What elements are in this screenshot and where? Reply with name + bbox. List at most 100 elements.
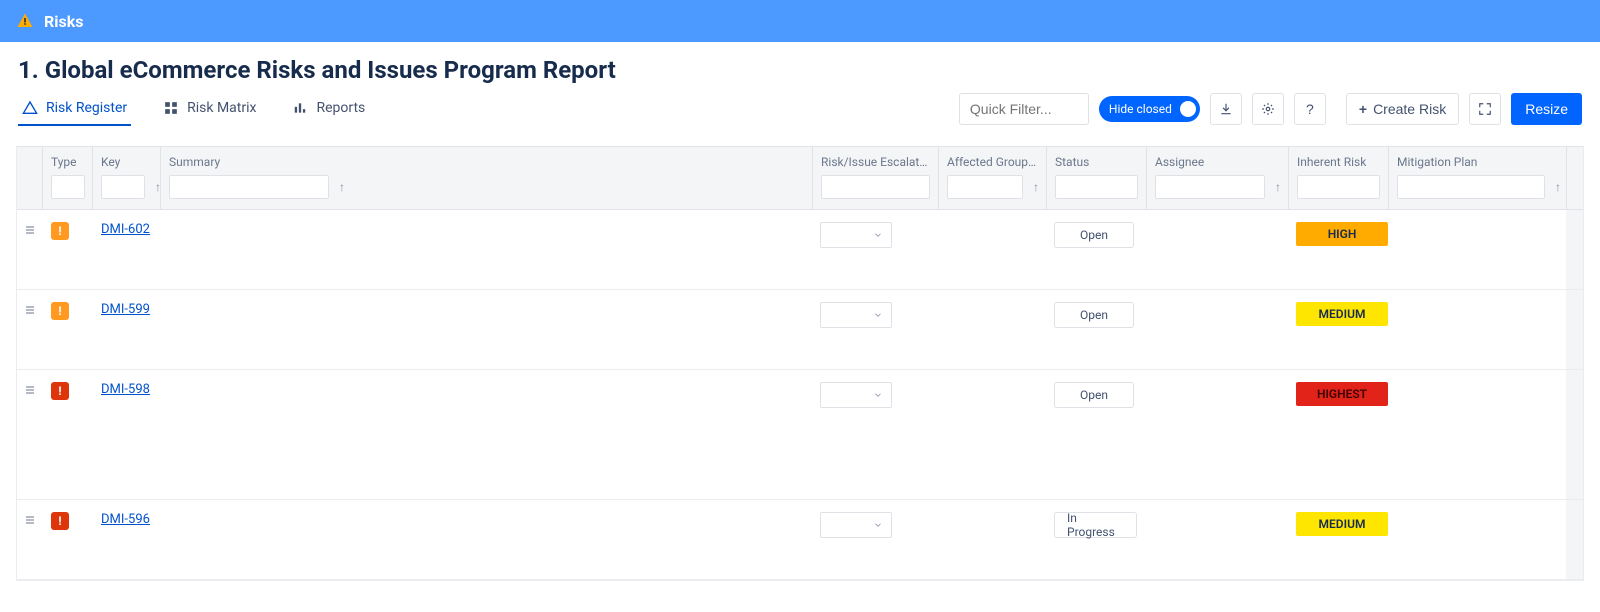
issue-key-link[interactable]: DMI-599	[101, 302, 150, 319]
escalation-select[interactable]	[820, 302, 892, 328]
inherent-risk-badge: MEDIUM	[1296, 302, 1388, 326]
app-banner: Risks	[0, 0, 1600, 42]
filter-type-input[interactable]	[51, 175, 85, 199]
settings-button[interactable]	[1252, 93, 1284, 125]
cell-type: !	[43, 210, 93, 289]
cell-summary	[161, 500, 812, 579]
tab-risk-matrix[interactable]: Risk Matrix	[159, 92, 260, 126]
cell-inherent-risk: MEDIUM	[1288, 290, 1388, 369]
col-groups[interactable]: Affected Group(s) ↑	[939, 147, 1047, 209]
escalation-select[interactable]	[820, 382, 892, 408]
col-status-label: Status	[1055, 155, 1138, 169]
col-type-label: Type	[51, 155, 84, 169]
cell-status: Open	[1046, 210, 1146, 289]
row-drag-handle[interactable]	[17, 500, 43, 579]
sort-asc-icon[interactable]: ↑	[335, 180, 345, 194]
table-row[interactable]: !DMI-602OpenHIGH	[17, 210, 1583, 290]
grid-rows: !DMI-602OpenHIGH!DMI-599OpenMEDIUM!DMI-5…	[17, 210, 1583, 580]
cell-type: !	[43, 290, 93, 369]
chevron-down-icon	[873, 310, 883, 320]
issue-key-link[interactable]: DMI-602	[101, 222, 150, 239]
col-inherent-risk[interactable]: Inherent Risk	[1289, 147, 1389, 209]
cell-type: !	[43, 500, 93, 579]
status-badge[interactable]: Open	[1054, 382, 1134, 408]
cell-assignee	[1146, 500, 1288, 579]
drag-handle-icon	[24, 304, 36, 318]
col-mitigation[interactable]: Mitigation Plan ↑	[1389, 147, 1567, 209]
risk-app-icon	[16, 12, 34, 30]
row-drag-handle[interactable]	[17, 290, 43, 369]
cell-key: DMI-598	[93, 370, 161, 499]
drag-handle-icon	[24, 224, 36, 238]
issue-key-link[interactable]: DMI-596	[101, 512, 150, 529]
sort-asc-icon[interactable]: ↑	[1029, 180, 1039, 194]
escalation-select[interactable]	[820, 222, 892, 248]
filter-escalation-input[interactable]	[821, 175, 930, 199]
cell-assignee	[1146, 210, 1288, 289]
tabs: Risk Register Risk Matrix Reports	[18, 92, 369, 126]
row-drag-handle[interactable]	[17, 370, 43, 499]
cell-summary	[161, 210, 812, 289]
sort-asc-icon[interactable]: ↑	[151, 180, 161, 194]
status-badge[interactable]: In Progress	[1054, 512, 1137, 538]
cell-mitigation	[1388, 370, 1566, 499]
cell-escalation	[812, 290, 938, 369]
toggle-knob-icon	[1180, 101, 1196, 117]
cell-mitigation	[1388, 210, 1566, 289]
table-row[interactable]: !DMI-598OpenHIGHEST	[17, 370, 1583, 500]
hide-closed-toggle[interactable]: Hide closed	[1099, 96, 1200, 122]
page-title-number: 1.	[18, 56, 39, 84]
export-button[interactable]	[1210, 93, 1242, 125]
tab-label: Risk Matrix	[187, 100, 256, 116]
col-mitigation-label: Mitigation Plan	[1397, 155, 1558, 169]
col-handle	[17, 147, 43, 209]
cell-gutter	[1566, 210, 1583, 289]
row-drag-handle[interactable]	[17, 210, 43, 289]
cell-inherent-risk: MEDIUM	[1288, 500, 1388, 579]
tab-reports[interactable]: Reports	[288, 92, 369, 126]
table-row[interactable]: ! DMI-599 Open MEDIUM	[17, 290, 1583, 370]
gear-icon	[1261, 102, 1275, 116]
inherent-risk-badge: MEDIUM	[1296, 512, 1388, 536]
cell-gutter	[1566, 500, 1583, 579]
cell-status: Open	[1046, 290, 1146, 369]
cell-mitigation	[1388, 500, 1566, 579]
col-assignee[interactable]: Assignee ↑	[1147, 147, 1289, 209]
filter-status-input[interactable]	[1055, 175, 1138, 199]
fullscreen-button[interactable]	[1469, 93, 1501, 125]
col-type[interactable]: Type	[43, 147, 93, 209]
help-button[interactable]: ?	[1294, 93, 1326, 125]
issue-type-icon: !	[51, 382, 69, 400]
col-key[interactable]: Key ↑	[93, 147, 161, 209]
sort-asc-icon[interactable]: ↑	[1271, 180, 1281, 194]
col-escalation[interactable]: Risk/Issue Escalation Level	[813, 147, 939, 209]
filter-inherent-input[interactable]	[1297, 175, 1380, 199]
issue-key-link[interactable]: DMI-598	[101, 382, 150, 399]
issue-type-icon: !	[51, 302, 69, 320]
chevron-down-icon	[873, 230, 883, 240]
escalation-select[interactable]	[820, 512, 892, 538]
col-summary[interactable]: Summary ↑	[161, 147, 813, 209]
create-risk-button[interactable]: + Create Risk	[1346, 93, 1459, 125]
filter-assignee-input[interactable]	[1155, 175, 1265, 199]
resize-label: Resize	[1525, 101, 1568, 117]
quick-filter-input[interactable]	[959, 93, 1089, 125]
cell-assignee	[1146, 370, 1288, 499]
sort-asc-icon[interactable]: ↑	[1551, 180, 1561, 194]
toolbar: Risk Register Risk Matrix Reports Hide c…	[0, 84, 1600, 126]
col-inherent-label: Inherent Risk	[1297, 155, 1380, 169]
filter-mitigation-input[interactable]	[1397, 175, 1545, 199]
filter-summary-input[interactable]	[169, 175, 329, 199]
resize-button[interactable]: Resize	[1511, 93, 1582, 125]
tab-risk-register[interactable]: Risk Register	[18, 92, 131, 126]
col-escalation-label: Risk/Issue Escalation Level	[821, 155, 930, 169]
status-badge[interactable]: Open	[1054, 222, 1134, 248]
col-status[interactable]: Status	[1047, 147, 1147, 209]
status-badge[interactable]: Open	[1054, 302, 1134, 328]
toolbar-controls: Hide closed ? + Create Risk Resize	[959, 93, 1582, 125]
table-row[interactable]: ! DMI-596 In Progress MEDIUM	[17, 500, 1583, 580]
filter-groups-input[interactable]	[947, 175, 1023, 199]
col-scrollbar-gutter	[1567, 147, 1583, 209]
filter-key-input[interactable]	[101, 175, 145, 199]
help-label: ?	[1306, 101, 1314, 117]
